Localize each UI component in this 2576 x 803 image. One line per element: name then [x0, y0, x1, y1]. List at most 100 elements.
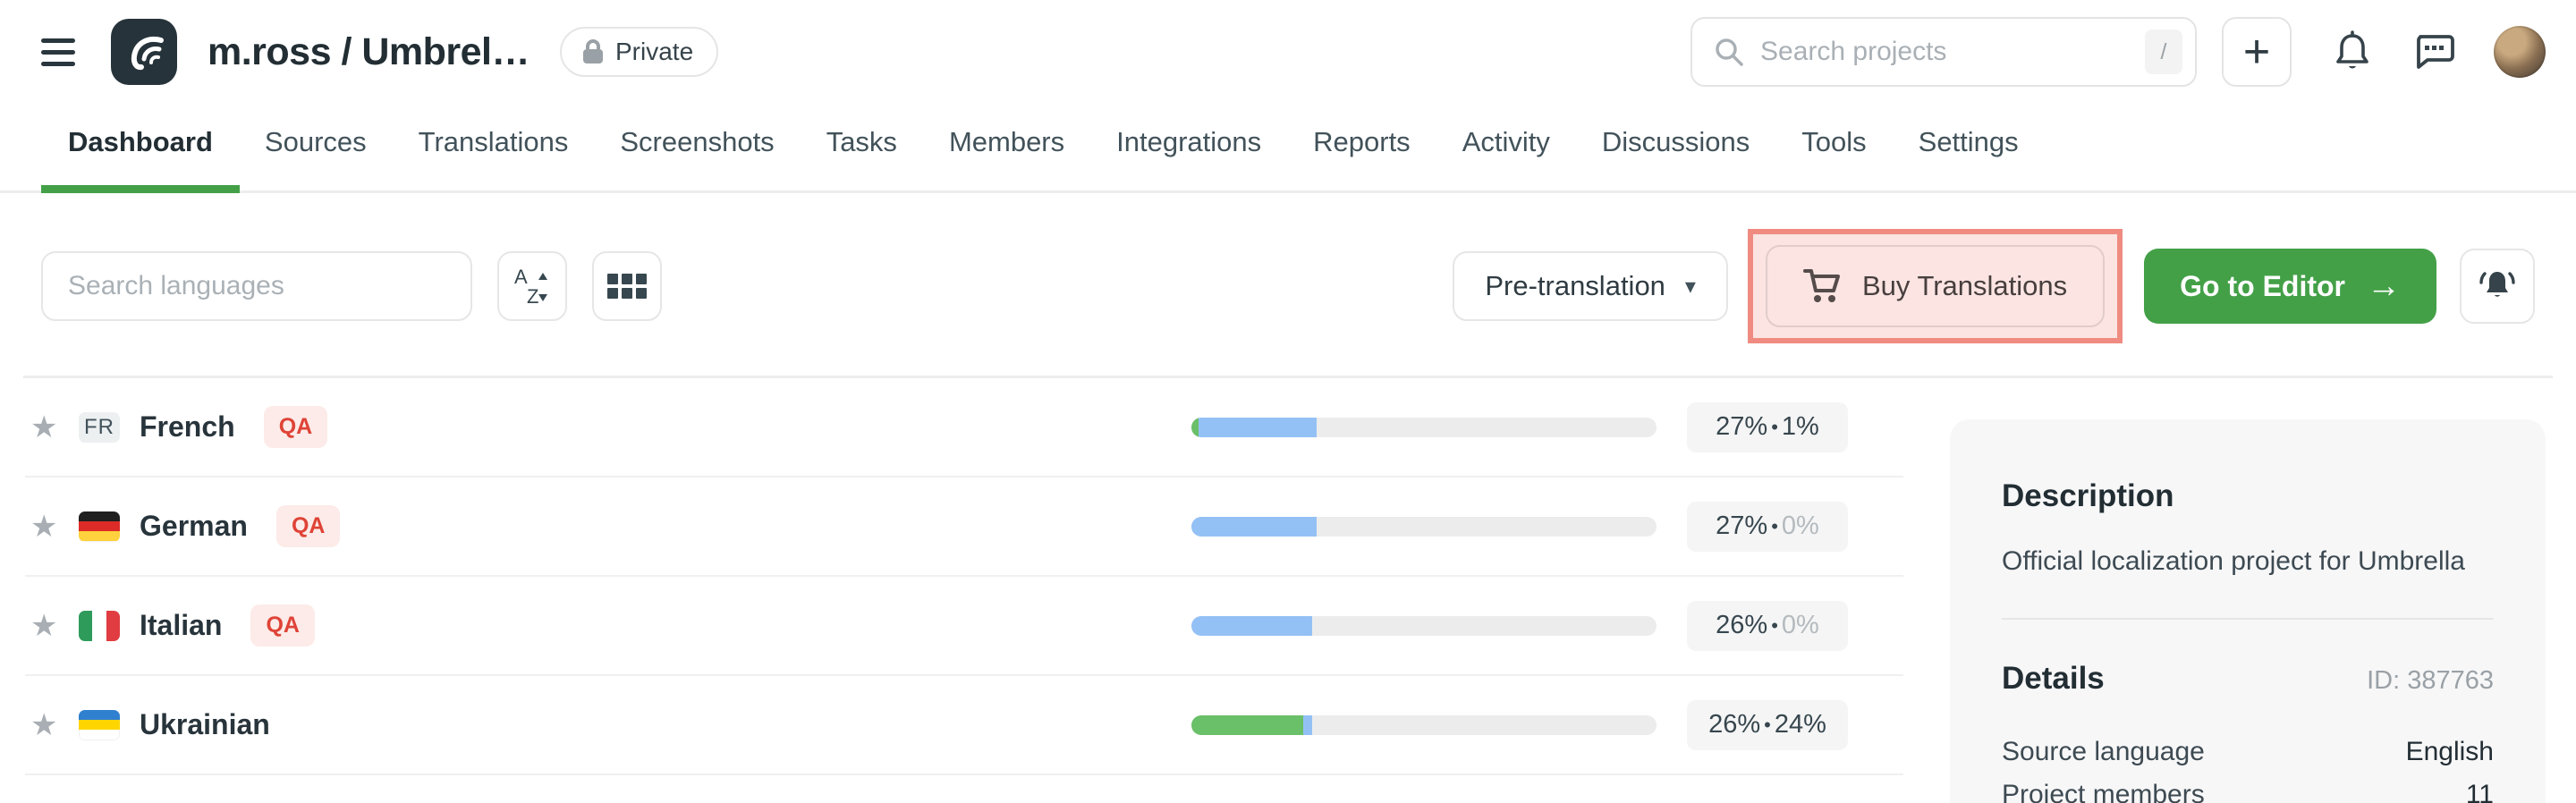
progress-translated-segment: [1303, 715, 1312, 735]
hamburger-menu-icon[interactable]: [41, 38, 75, 66]
privacy-badge: Private: [560, 27, 718, 77]
translated-percent: 27%: [1716, 412, 1767, 442]
project-details-panel: Description Official localization projec…: [1950, 419, 2546, 803]
language-code-badge: FR: [79, 412, 120, 443]
progress-percent-pill[interactable]: 27% • 0%: [1687, 502, 1848, 552]
progress-translated-segment: [1191, 616, 1312, 636]
language-progress-group: 27% • 0%: [1191, 502, 1903, 552]
search-languages-input[interactable]: [41, 251, 472, 321]
pre-translation-dropdown[interactable]: Pre-translation ▾: [1453, 251, 1728, 321]
progress-percent-pill[interactable]: 26% • 24%: [1687, 700, 1848, 750]
language-row[interactable]: ★ Ukrainian 26% • 24%: [25, 676, 1903, 775]
buy-translations-label: Buy Translations: [1862, 270, 2067, 302]
percent-separator: •: [1771, 614, 1778, 638]
svg-text:Z: Z: [527, 285, 538, 307]
messages-chat-icon[interactable]: [2413, 31, 2456, 72]
nav-tab[interactable]: Discussions: [1600, 126, 1751, 190]
nav-tab[interactable]: Translations: [417, 126, 571, 190]
pre-translation-label: Pre-translation: [1485, 270, 1665, 302]
progress-percent-pill[interactable]: 27% • 1%: [1687, 402, 1848, 452]
star-icon[interactable]: ★: [30, 608, 79, 644]
language-row[interactable]: ★ FR French QA 27% • 1%: [25, 378, 1903, 478]
qa-badge[interactable]: QA: [264, 406, 328, 448]
nav-tab[interactable]: Integrations: [1114, 126, 1263, 190]
approved-percent: 0%: [1782, 611, 1819, 640]
chevron-down-icon: ▾: [1685, 274, 1696, 300]
progress-translated-segment: [1191, 517, 1317, 537]
dashboard-toolbar: A Z Pre-translation ▾ Buy Translations: [0, 229, 2576, 343]
nav-tab[interactable]: Members: [947, 126, 1066, 190]
progress-bar: [1191, 517, 1657, 537]
search-shortcut-hint: /: [2145, 30, 2182, 74]
user-avatar[interactable]: [2494, 26, 2546, 78]
sort-alphabetical-icon[interactable]: A Z: [497, 251, 567, 321]
qa-badge[interactable]: QA: [276, 505, 341, 547]
create-project-button[interactable]: +: [2222, 17, 2292, 87]
crowdin-logo-icon[interactable]: [111, 19, 177, 85]
dashboard-main: ★ FR French QA 27% • 1%: [0, 378, 2576, 803]
buy-translations-button[interactable]: Buy Translations: [1766, 245, 2105, 327]
detail-row: Source language English: [2002, 731, 2494, 773]
detail-value: 11: [2466, 773, 2494, 803]
go-to-editor-button[interactable]: Go to Editor →: [2144, 249, 2436, 324]
nav-tab[interactable]: Settings: [1917, 126, 2021, 190]
description-title: Description: [2002, 478, 2494, 514]
flag-icon: [79, 611, 120, 641]
language-progress-group: 27% • 1%: [1191, 402, 1903, 452]
go-to-editor-label: Go to Editor: [2180, 270, 2345, 303]
language-row[interactable]: ★ Italian QA 26% • 0%: [25, 577, 1903, 676]
progress-percent-pill[interactable]: 26% • 0%: [1687, 601, 1848, 651]
progress-bar: [1191, 715, 1657, 735]
nav-tab[interactable]: Sources: [263, 126, 369, 190]
top-header: m.ross / Umbrel… Private / +: [0, 0, 2576, 104]
notifications-bell-icon[interactable]: [2333, 30, 2372, 73]
detail-value: English: [2406, 731, 2494, 773]
nav-tab[interactable]: Activity: [1461, 126, 1552, 190]
translated-percent: 26%: [1716, 611, 1767, 640]
details-title: Details: [2002, 661, 2105, 697]
details-header: Details ID: 387763: [2002, 661, 2494, 697]
language-name: Italian: [140, 609, 222, 642]
star-icon[interactable]: ★: [30, 509, 79, 545]
language-name: German: [140, 510, 248, 543]
star-icon[interactable]: ★: [30, 410, 79, 445]
nav-tab[interactable]: Screenshots: [618, 126, 775, 190]
detail-label: Source language: [2002, 731, 2205, 773]
project-id: ID: 387763: [2367, 666, 2494, 696]
translated-percent: 27%: [1716, 511, 1767, 541]
cart-icon: [1803, 267, 1843, 305]
panel-divider: [2002, 618, 2494, 620]
progress-translated-segment: [1199, 418, 1318, 437]
buy-translations-highlight-annotation: Buy Translations: [1748, 229, 2123, 343]
detail-row: Project members 11: [2002, 773, 2494, 803]
progress-bar: [1191, 418, 1657, 437]
nav-tab[interactable]: Tools: [1800, 126, 1868, 190]
nav-tab[interactable]: Reports: [1311, 126, 1412, 190]
language-progress-group: 26% • 24%: [1191, 700, 1903, 750]
details-rows: Source language English Project members …: [2002, 731, 2494, 803]
flag-icon: [79, 511, 120, 542]
nav-tab[interactable]: Tasks: [825, 126, 899, 190]
arrow-right-icon: →: [2367, 267, 2401, 306]
language-row[interactable]: ★ German QA 27% • 0%: [25, 478, 1903, 577]
qa-badge[interactable]: QA: [250, 604, 315, 647]
description-text: Official localization project for Umbrel…: [2002, 546, 2494, 577]
search-projects-input[interactable]: [1760, 37, 2145, 67]
announcements-bell-icon[interactable]: [2460, 249, 2535, 324]
progress-approved-segment: [1191, 418, 1199, 437]
star-icon[interactable]: ★: [30, 707, 79, 743]
lock-icon: [581, 38, 605, 65]
project-breadcrumb-title: m.ross / Umbrel…: [208, 30, 530, 74]
nav-tab[interactable]: Dashboard: [66, 126, 215, 190]
privacy-label: Private: [615, 38, 693, 66]
approved-percent: 0%: [1782, 511, 1819, 541]
language-name: Ukrainian: [140, 708, 270, 741]
svg-text:A: A: [514, 266, 528, 288]
search-icon: [1714, 37, 1744, 67]
grid-view-icon[interactable]: [592, 251, 662, 321]
detail-label: Project members: [2002, 773, 2205, 803]
flag-icon: [79, 710, 120, 740]
language-progress-group: 26% • 0%: [1191, 601, 1903, 651]
app-window: m.ross / Umbrel… Private / +: [0, 0, 2576, 803]
search-projects-box[interactable]: /: [1690, 17, 2197, 87]
